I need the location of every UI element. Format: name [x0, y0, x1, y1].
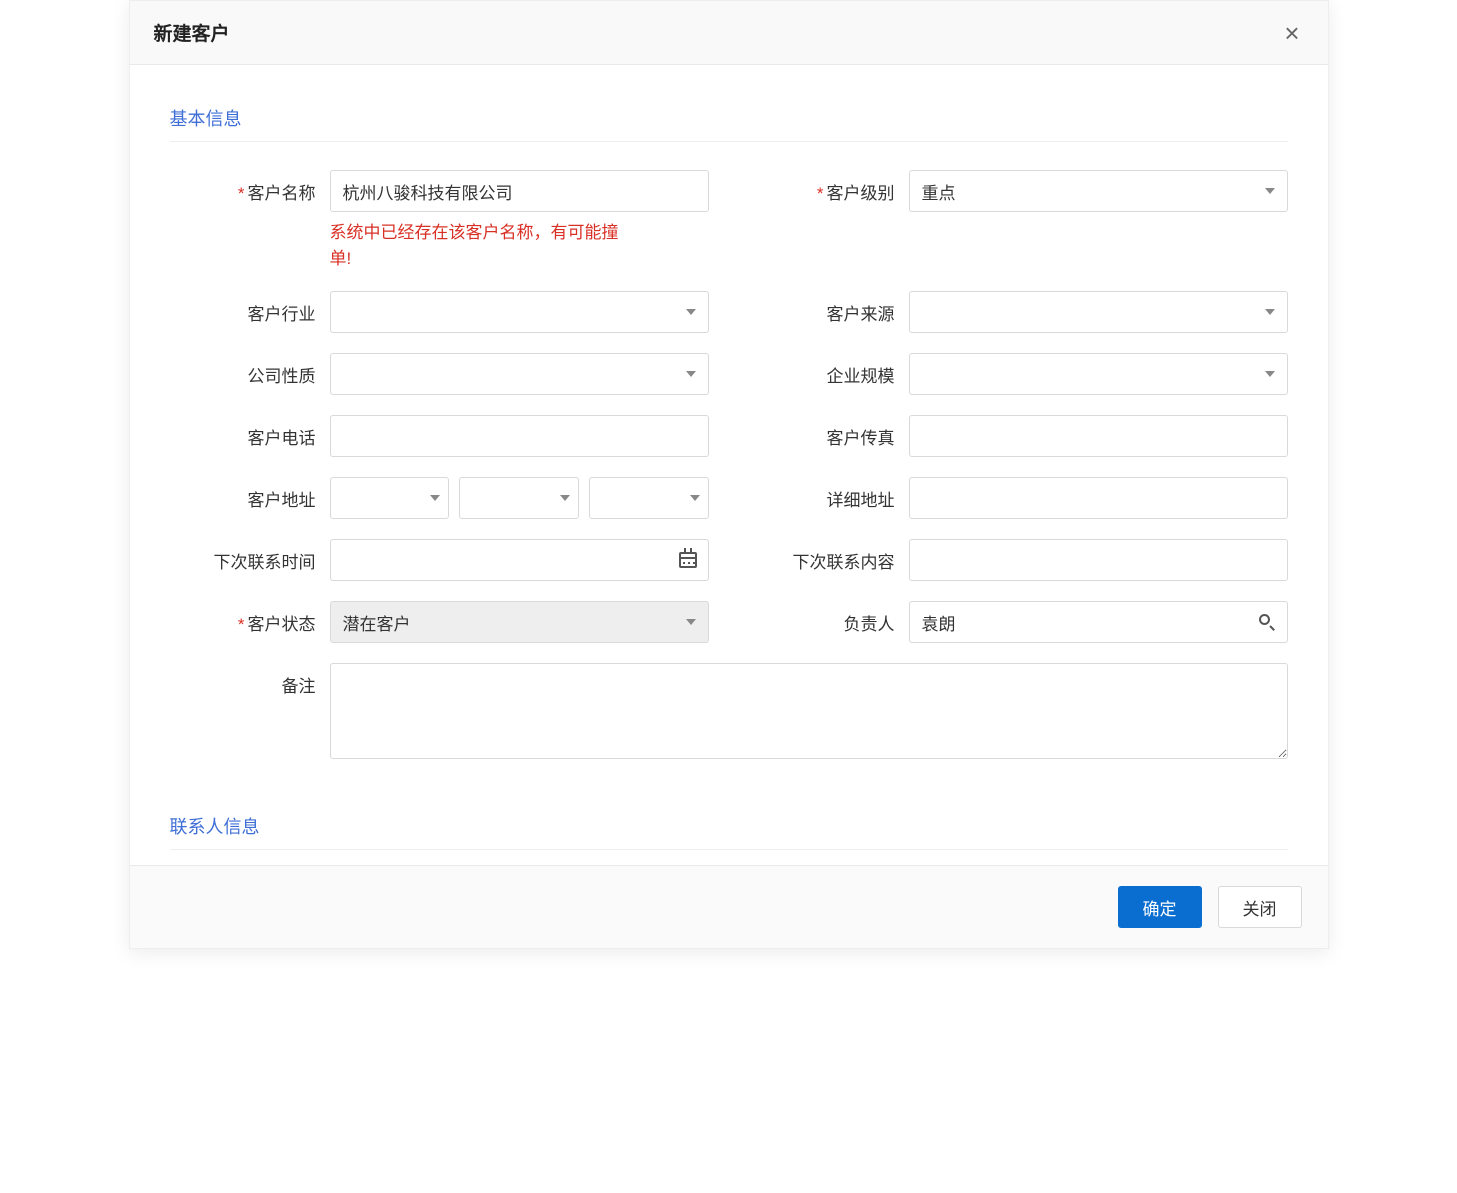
chevron-down-icon — [1265, 188, 1275, 194]
confirm-button[interactable]: 确定 — [1118, 886, 1202, 928]
chevron-down-icon — [686, 309, 696, 315]
label-industry: 客户行业 — [170, 291, 330, 325]
customer-level-select[interactable]: 重点 — [909, 170, 1288, 212]
label-remark: 备注 — [170, 663, 330, 697]
chevron-down-icon — [560, 495, 570, 501]
form-basic: *客户名称 系统中已经存在该客户名称，有可能撞单! *客户级别 重点 — [170, 170, 1288, 779]
new-customer-modal: 新建客户 × 基本信息 *客户名称 系统中已经存在该客户名称，有可能撞单! *客… — [129, 0, 1329, 949]
customer-status-select[interactable]: 潜在客户 — [330, 601, 709, 643]
section-contact-info: 联系人信息 — [170, 813, 1288, 850]
label-source: 客户来源 — [749, 291, 909, 325]
next-contact-time-input[interactable] — [330, 539, 668, 581]
address-district-select[interactable] — [589, 477, 709, 519]
label-phone: 客户电话 — [170, 415, 330, 449]
address-province-select[interactable] — [330, 477, 450, 519]
owner-input[interactable] — [909, 601, 1247, 643]
chevron-down-icon — [430, 495, 440, 501]
label-next-contact-content: 下次联系内容 — [749, 539, 909, 573]
label-customer-level: *客户级别 — [749, 170, 909, 204]
customer-name-error: 系统中已经存在该客户名称，有可能撞单! — [330, 220, 640, 271]
calendar-icon[interactable] — [668, 539, 709, 581]
label-owner: 负责人 — [749, 601, 909, 635]
close-icon[interactable]: × — [1280, 20, 1303, 46]
search-icon[interactable] — [1247, 601, 1288, 643]
label-customer-status: *客户状态 — [170, 601, 330, 635]
address-city-select[interactable] — [459, 477, 579, 519]
remark-textarea[interactable] — [330, 663, 1288, 759]
modal-header: 新建客户 × — [130, 1, 1328, 65]
modal-title: 新建客户 — [154, 19, 230, 46]
next-contact-content-input[interactable] — [909, 539, 1288, 581]
label-fax: 客户传真 — [749, 415, 909, 449]
customer-name-input[interactable] — [330, 170, 709, 212]
company-size-select[interactable] — [909, 353, 1288, 395]
chevron-down-icon — [686, 619, 696, 625]
address-detail-input[interactable] — [909, 477, 1288, 519]
label-address: 客户地址 — [170, 477, 330, 511]
chevron-down-icon — [690, 495, 700, 501]
cancel-button[interactable]: 关闭 — [1218, 886, 1302, 928]
label-company-nature: 公司性质 — [170, 353, 330, 387]
chevron-down-icon — [686, 371, 696, 377]
label-customer-name: *客户名称 — [170, 170, 330, 204]
modal-body[interactable]: 基本信息 *客户名称 系统中已经存在该客户名称，有可能撞单! *客户级别 重点 — [130, 65, 1328, 865]
modal-footer: 确定 关闭 — [130, 865, 1328, 948]
phone-input[interactable] — [330, 415, 709, 457]
chevron-down-icon — [1265, 371, 1275, 377]
label-company-size: 企业规模 — [749, 353, 909, 387]
company-nature-select[interactable] — [330, 353, 709, 395]
section-basic-info: 基本信息 — [170, 105, 1288, 142]
label-address-detail: 详细地址 — [749, 477, 909, 511]
fax-input[interactable] — [909, 415, 1288, 457]
chevron-down-icon — [1265, 309, 1275, 315]
industry-select[interactable] — [330, 291, 709, 333]
label-next-contact-time: 下次联系时间 — [170, 539, 330, 573]
source-select[interactable] — [909, 291, 1288, 333]
